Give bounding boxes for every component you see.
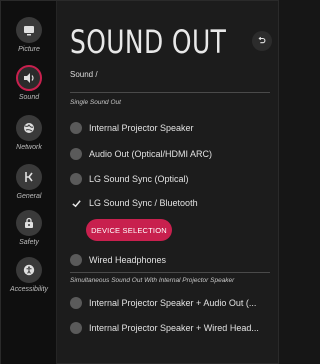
sidebar-item-network[interactable]: Network <box>1 115 57 163</box>
sidebar-item-label: Network <box>16 144 42 151</box>
section-label-simultaneous: Simultaneous Sound Out With Internal Pro… <box>70 277 235 284</box>
picture-icon <box>16 17 42 43</box>
radio-button[interactable] <box>70 197 82 209</box>
option-label: Wired Headphones <box>89 255 167 265</box>
settings-sidebar: Picture Sound Network General Safety Acc… <box>1 1 57 364</box>
option-lg-sound-sync-bluetooth[interactable]: LG Sound Sync / Bluetooth <box>70 193 275 213</box>
device-selection-button[interactable]: DEVICE SELECTION <box>86 219 172 241</box>
option-label: Audio Out (Optical/HDMI ARC) <box>89 149 213 159</box>
radio-button[interactable] <box>70 322 82 334</box>
section-label-single: Single Sound Out <box>70 99 121 106</box>
sidebar-item-accessibility[interactable]: Accessibility <box>1 257 57 305</box>
page-title: SOUND OUT <box>70 23 227 61</box>
sidebar-item-safety[interactable]: Safety <box>1 210 57 258</box>
lock-icon <box>16 210 42 236</box>
option-internal-plus-audio-out[interactable]: Internal Projector Speaker + Audio Out (… <box>70 293 280 313</box>
sidebar-item-label: Sound <box>18 94 40 101</box>
settings-window: Picture Sound Network General Safety Acc… <box>0 0 279 364</box>
sidebar-item-picture[interactable]: Picture <box>1 17 57 65</box>
sidebar-item-label: Accessibility <box>9 286 49 293</box>
radio-button[interactable] <box>70 173 82 185</box>
option-label: Internal Projector Speaker <box>89 123 194 133</box>
sidebar-item-label: Picture <box>18 46 40 53</box>
back-button[interactable] <box>252 31 272 51</box>
radio-button[interactable] <box>70 148 82 160</box>
breadcrumb: Sound / <box>70 70 98 79</box>
sidebar-item-label: General <box>16 193 42 200</box>
option-wired-headphones[interactable]: Wired Headphones <box>70 250 275 270</box>
sound-out-panel: SOUND OUT Sound / Single Sound Out Inter… <box>58 1 280 364</box>
globe-icon <box>16 115 42 141</box>
divider <box>70 272 270 273</box>
speaker-icon <box>16 65 42 91</box>
option-label: Internal Projector Speaker + Audio Out (… <box>89 298 257 308</box>
option-label: LG Sound Sync (Optical) <box>89 174 189 184</box>
option-internal-plus-wired-headphones[interactable]: Internal Projector Speaker + Wired Head.… <box>70 318 280 338</box>
radio-button[interactable] <box>70 122 82 134</box>
accessibility-icon <box>16 257 42 283</box>
option-label: LG Sound Sync / Bluetooth <box>89 198 198 208</box>
general-icon <box>16 164 42 190</box>
divider <box>70 92 270 93</box>
radio-button[interactable] <box>70 297 82 309</box>
back-arrow-icon <box>258 36 266 44</box>
option-lg-sound-sync-optical[interactable]: LG Sound Sync (Optical) <box>70 169 275 189</box>
option-label: Internal Projector Speaker + Wired Head.… <box>89 323 259 333</box>
sidebar-item-label: Safety <box>19 239 39 246</box>
checkmark-icon <box>71 199 81 207</box>
sidebar-item-general[interactable]: General <box>1 164 57 212</box>
option-audio-out[interactable]: Audio Out (Optical/HDMI ARC) <box>70 144 275 164</box>
option-internal-projector-speaker[interactable]: Internal Projector Speaker <box>70 118 275 138</box>
radio-button[interactable] <box>70 254 82 266</box>
sidebar-item-sound[interactable]: Sound <box>1 65 57 113</box>
